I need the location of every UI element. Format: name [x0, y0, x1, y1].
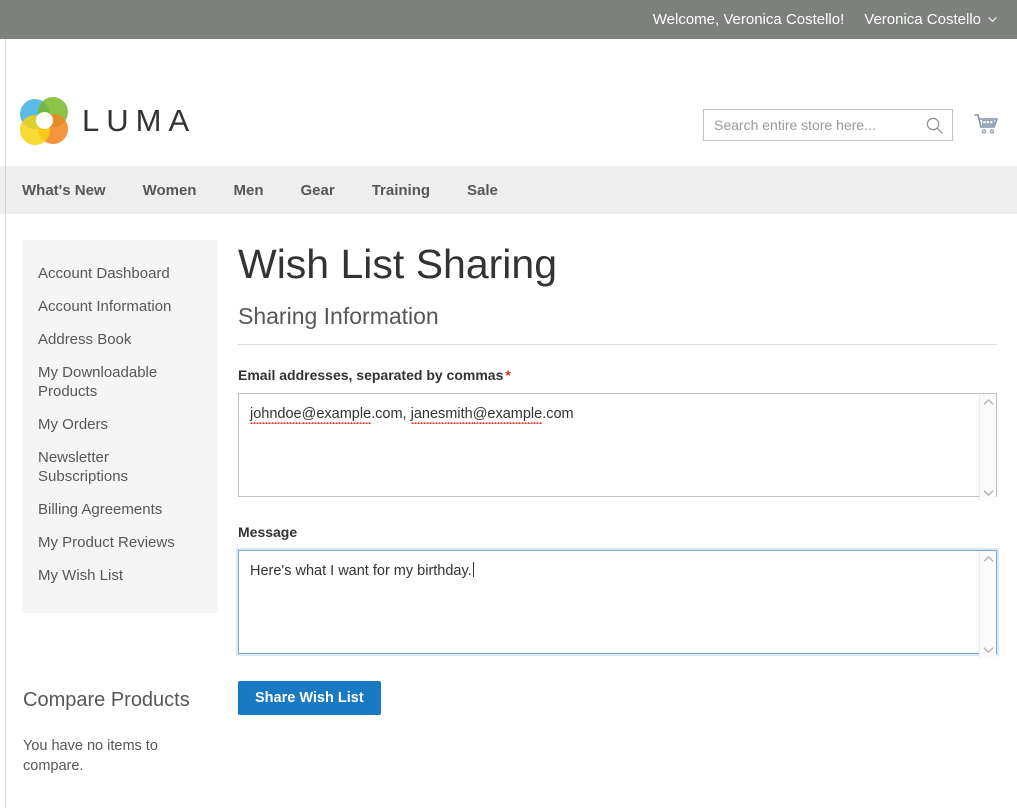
nav-item-sale[interactable]: Sale [467, 182, 498, 199]
email-textarea[interactable] [238, 393, 997, 498]
sidebar-item-my-downloadable-products[interactable]: My Downloadable Products [22, 363, 218, 401]
sharing-information-legend: Sharing Information [238, 303, 997, 346]
page-wrapper: Account Dashboard Account Information Ad… [0, 214, 1017, 776]
nav-item-whats-new[interactable]: What's New [22, 182, 106, 199]
email-field-label: Email addresses, separated by commas * [238, 367, 997, 383]
sidebar-item-account-dashboard[interactable]: Account Dashboard [22, 264, 218, 283]
top-panel: Welcome, Veronica Costello! Veronica Cos… [0, 0, 1017, 39]
customer-menu-toggle[interactable]: Veronica Costello [864, 11, 997, 28]
search-box[interactable] [703, 109, 953, 141]
nav-item-training[interactable]: Training [372, 182, 430, 199]
search-icon[interactable] [925, 116, 944, 135]
email-textarea-scrollbar[interactable] [979, 394, 996, 502]
search-input[interactable] [704, 117, 927, 133]
sidebar-item-billing-agreements[interactable]: Billing Agreements [22, 500, 218, 519]
sidebar-item-newsletter-subscriptions[interactable]: Newsletter Subscriptions [22, 448, 218, 486]
welcome-message: Welcome, Veronica Costello! [652, 11, 845, 28]
share-wish-list-button[interactable]: Share Wish List [238, 681, 381, 716]
nav-item-gear[interactable]: Gear [300, 182, 334, 199]
sidebar-item-my-orders[interactable]: My Orders [22, 415, 218, 434]
logo-wordmark: LUMA [82, 103, 197, 138]
luma-logo-icon [20, 97, 68, 145]
form-actions: Share Wish List [238, 681, 997, 716]
compare-products-title: Compare Products [23, 689, 190, 711]
main-navigation: What's New Women Men Gear Training Sale [0, 166, 1017, 214]
account-sidebar: Account Dashboard Account Information Ad… [22, 240, 218, 776]
message-textarea-wrapper: Here's what I want for my birthday. [238, 550, 997, 659]
email-field-label-text: Email addresses, separated by commas [238, 367, 504, 384]
page-title: Wish List Sharing [238, 241, 558, 287]
sidebar-item-my-wish-list[interactable]: My Wish List [22, 566, 218, 585]
luma-logo-link[interactable]: LUMA [20, 97, 196, 145]
nav-item-women[interactable]: Women [143, 182, 197, 199]
chevron-down-icon [988, 15, 997, 24]
sidebar-item-account-information[interactable]: Account Information [22, 297, 218, 316]
message-textarea-scrollbar[interactable] [979, 551, 996, 659]
compare-products-empty-text: You have no items to compare. [23, 738, 158, 774]
site-header: LUMA [0, 39, 1017, 166]
message-textarea[interactable] [238, 550, 997, 655]
page-left-edge [5, 39, 6, 808]
account-nav-block: Account Dashboard Account Information Ad… [22, 240, 218, 613]
nav-item-men[interactable]: Men [233, 182, 263, 199]
email-textarea-wrapper: johndoe@example.com, janesmith@example.c… [238, 393, 997, 502]
sidebar-item-my-product-reviews[interactable]: My Product Reviews [22, 533, 218, 552]
customer-name-label: Veronica Costello [864, 11, 981, 28]
message-field-label: Message [238, 524, 298, 541]
shopping-cart-icon[interactable] [973, 111, 1001, 139]
compare-products-block: Compare Products You have no items to co… [22, 689, 218, 776]
header-actions [703, 109, 1001, 141]
main-content: Wish List Sharing Sharing Information Em… [218, 240, 1017, 776]
sidebar-item-address-book[interactable]: Address Book [22, 330, 218, 349]
email-required-marker: * [505, 367, 511, 384]
